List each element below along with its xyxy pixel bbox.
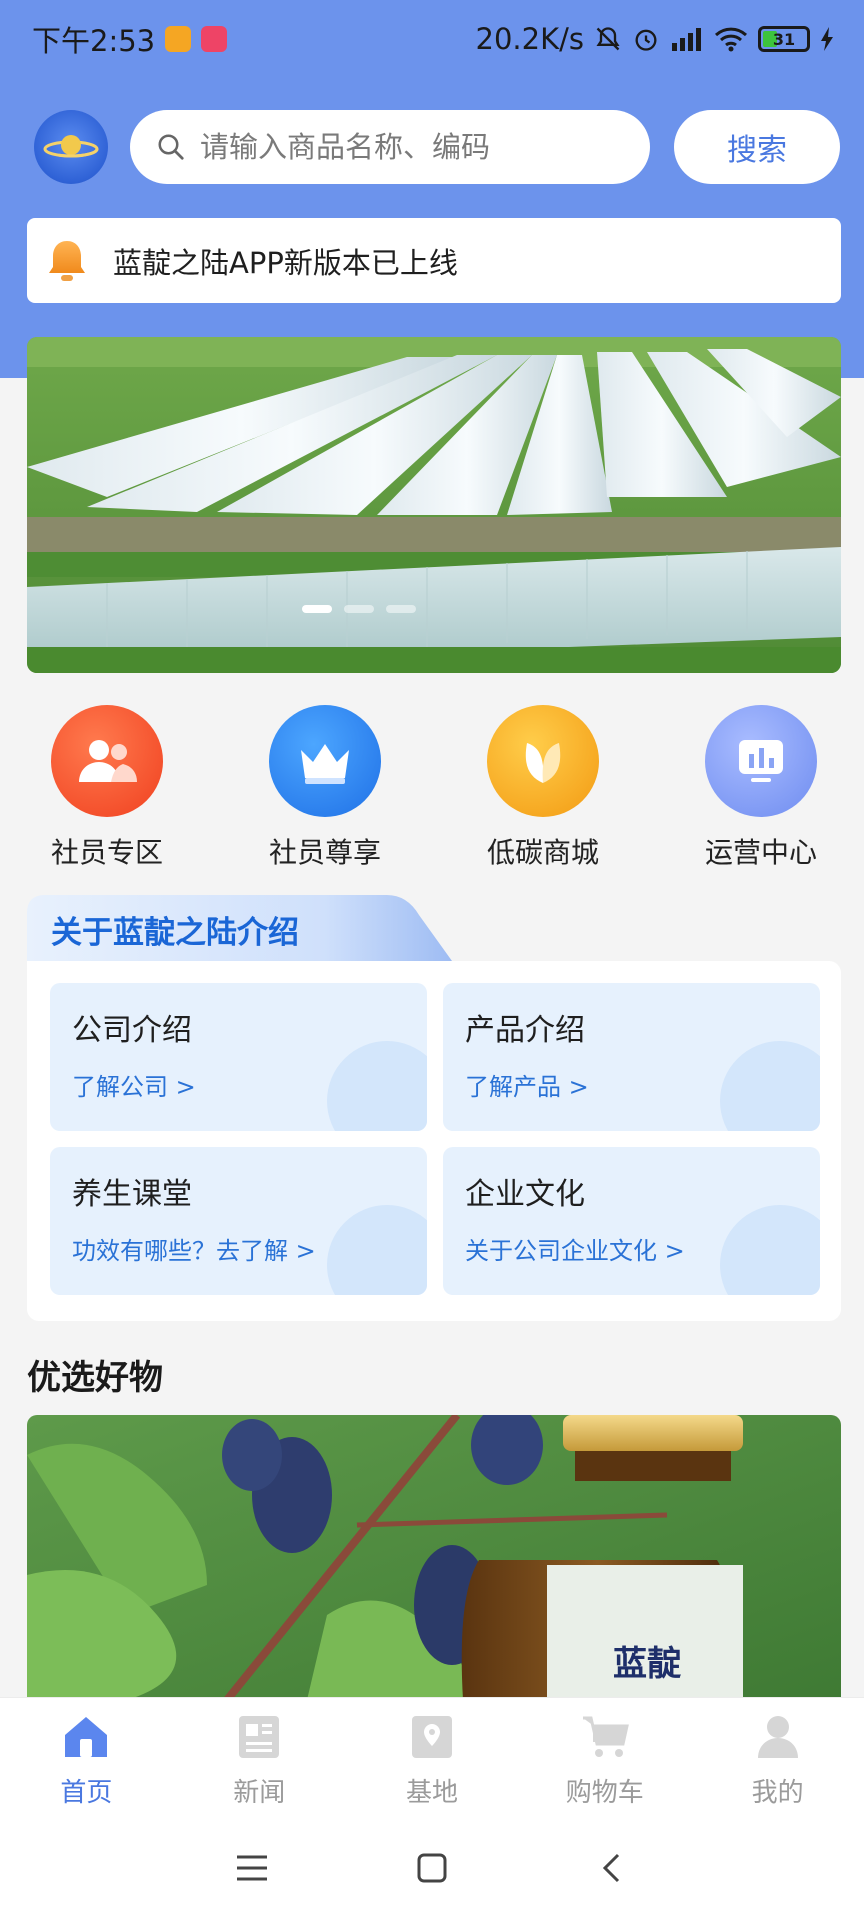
- carousel-dot[interactable]: [302, 605, 332, 613]
- chart-icon: [705, 705, 817, 817]
- tab-label: 我的: [751, 1778, 804, 1808]
- card-link[interactable]: 了解公司 >: [72, 1067, 405, 1102]
- carousel-dots: [27, 605, 841, 613]
- tab-home[interactable]: 首页: [0, 1698, 173, 1815]
- quick-entry-low-carbon-mall[interactable]: 低碳商城: [463, 705, 623, 875]
- leaf-icon: [487, 705, 599, 817]
- tab-cart[interactable]: 购物车: [518, 1698, 691, 1815]
- user-icon: [753, 1712, 803, 1762]
- card-link[interactable]: 关于公司企业文化 >: [465, 1231, 798, 1266]
- about-title: 关于蓝靛之陆介绍: [51, 915, 299, 951]
- planet-logo-icon: [43, 135, 99, 158]
- tab-label: 新闻: [233, 1778, 286, 1808]
- back-chevron-icon: [602, 1853, 620, 1882]
- notification-app-icon: [165, 26, 192, 52]
- notification-app-icon-2: [201, 26, 228, 52]
- featured-title: 优选好物: [27, 1358, 163, 1398]
- bottle-label: 蓝靛: [613, 1644, 682, 1684]
- status-left: 下午2:53: [32, 18, 228, 60]
- about-product-card[interactable]: 产品介绍 了解产品 >: [443, 983, 820, 1131]
- carousel-dot[interactable]: [386, 605, 416, 613]
- about-culture-card[interactable]: 企业文化 关于公司企业文化 >: [443, 1147, 820, 1295]
- alarm-icon: [635, 29, 657, 51]
- menu-nav-button[interactable]: [232, 1848, 272, 1888]
- quick-entry-label: 运营中心: [704, 836, 817, 869]
- quick-entry-members[interactable]: 社员专区: [27, 705, 187, 875]
- notice-bar[interactable]: 蓝靛之陆APP新版本已上线: [27, 218, 841, 303]
- tab-news[interactable]: 新闻: [173, 1698, 346, 1815]
- featured-product-image[interactable]: 蓝靛: [27, 1415, 841, 1700]
- search-button[interactable]: 搜索: [674, 110, 840, 184]
- card-link[interactable]: 了解产品 >: [465, 1067, 798, 1102]
- about-company-card[interactable]: 公司介绍 了解公司 >: [50, 983, 427, 1131]
- card-title: 企业文化: [465, 1177, 585, 1212]
- members-icon: [51, 705, 163, 817]
- blueberry-product-image: 蓝靛: [27, 1415, 841, 1700]
- tab-label: 首页: [60, 1778, 113, 1808]
- quick-entry-operation-center[interactable]: 运营中心: [681, 705, 841, 875]
- bell-icon: [49, 240, 85, 281]
- quick-entry-vip[interactable]: 社员尊享: [245, 705, 405, 875]
- battery-level: 31: [772, 29, 796, 49]
- home-nav-button[interactable]: [412, 1848, 452, 1888]
- notice-text: 蓝靛之陆APP新版本已上线: [113, 245, 458, 280]
- tab-mine[interactable]: 我的: [691, 1698, 864, 1815]
- status-right: 20.2K/s 31: [476, 22, 834, 56]
- menu-icon: [237, 1855, 267, 1880]
- mute-icon: [596, 27, 620, 51]
- tab-label: 基地: [405, 1778, 458, 1808]
- square-home-icon: [417, 1853, 447, 1882]
- news-icon: [234, 1712, 284, 1762]
- network-speed: 20.2K/s: [475, 22, 584, 56]
- battery-icon: 31: [758, 26, 810, 52]
- signal-icon: [672, 28, 701, 51]
- card-link[interactable]: 功效有哪些？去了解 >: [72, 1231, 405, 1266]
- search-box[interactable]: [130, 110, 650, 184]
- about-card: 公司介绍 了解公司 > 产品介绍 了解产品 > 养生课堂 功效有哪些？去了解 >…: [27, 961, 841, 1321]
- status-time: 下午2:53: [32, 24, 156, 58]
- system-navigation-bar: [0, 1815, 864, 1920]
- cart-icon: [580, 1712, 630, 1762]
- status-bar: 下午2:53 20.2K/s 31: [0, 0, 864, 78]
- tab-label: 购物车: [565, 1778, 644, 1808]
- charging-icon: [821, 27, 833, 51]
- card-title: 公司介绍: [72, 1013, 192, 1048]
- card-title: 养生课堂: [72, 1177, 192, 1212]
- carousel-dot[interactable]: [344, 605, 374, 613]
- bottom-tab-bar: 首页 新闻 基地 购物车 我的: [0, 1697, 864, 1815]
- tab-base[interactable]: 基地: [346, 1698, 519, 1815]
- crown-icon: [269, 705, 381, 817]
- back-nav-button[interactable]: [592, 1848, 632, 1888]
- quick-entry-label: 低碳商城: [486, 836, 599, 869]
- quick-entry-label: 社员尊享: [268, 836, 381, 869]
- wifi-icon: [714, 27, 748, 52]
- about-health-class-card[interactable]: 养生课堂 功效有哪些？去了解 >: [50, 1147, 427, 1295]
- home-icon: [61, 1712, 111, 1762]
- quick-entries: 社员专区 社员尊享 低碳商城 运营中心: [27, 705, 841, 875]
- greenhouse-banner-image: [27, 337, 841, 673]
- about-section-tab: 关于蓝靛之陆介绍: [27, 895, 452, 961]
- card-title: 产品介绍: [465, 1013, 585, 1048]
- app-logo[interactable]: [34, 110, 108, 184]
- about-grid: 公司介绍 了解公司 > 产品介绍 了解产品 > 养生课堂 功效有哪些？去了解 >…: [50, 983, 820, 1297]
- search-row: 搜索: [34, 110, 840, 184]
- search-input[interactable]: [200, 130, 620, 164]
- location-icon: [407, 1712, 457, 1762]
- quick-entry-label: 社员专区: [50, 836, 163, 869]
- search-icon: [158, 134, 184, 160]
- banner-carousel[interactable]: [27, 337, 841, 673]
